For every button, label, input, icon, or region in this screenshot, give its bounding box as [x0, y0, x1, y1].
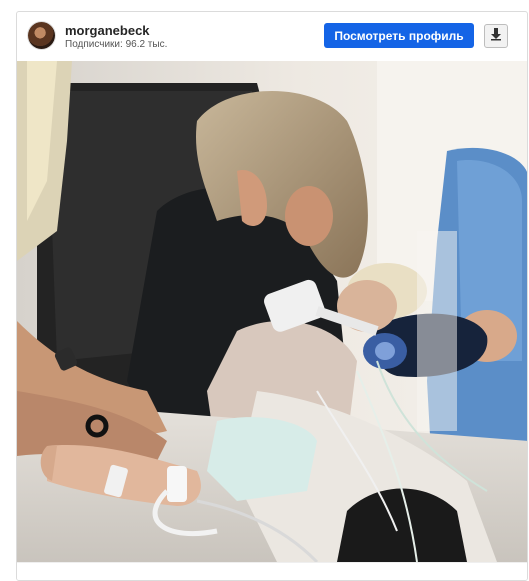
post-footer	[17, 562, 527, 580]
post-header: morganebeck Подписчики: 96.2 тыс. Посмот…	[17, 12, 527, 62]
view-profile-button[interactable]: Посмотреть профиль	[324, 23, 474, 48]
download-button[interactable]	[484, 24, 508, 48]
username[interactable]: morganebeck	[65, 23, 150, 38]
post-photo[interactable]	[17, 61, 527, 562]
download-icon	[489, 27, 503, 46]
avatar[interactable]	[28, 22, 55, 49]
followers-count: Подписчики: 96.2 тыс.	[65, 39, 168, 50]
instagram-embed-card: morganebeck Подписчики: 96.2 тыс. Посмот…	[16, 11, 528, 581]
